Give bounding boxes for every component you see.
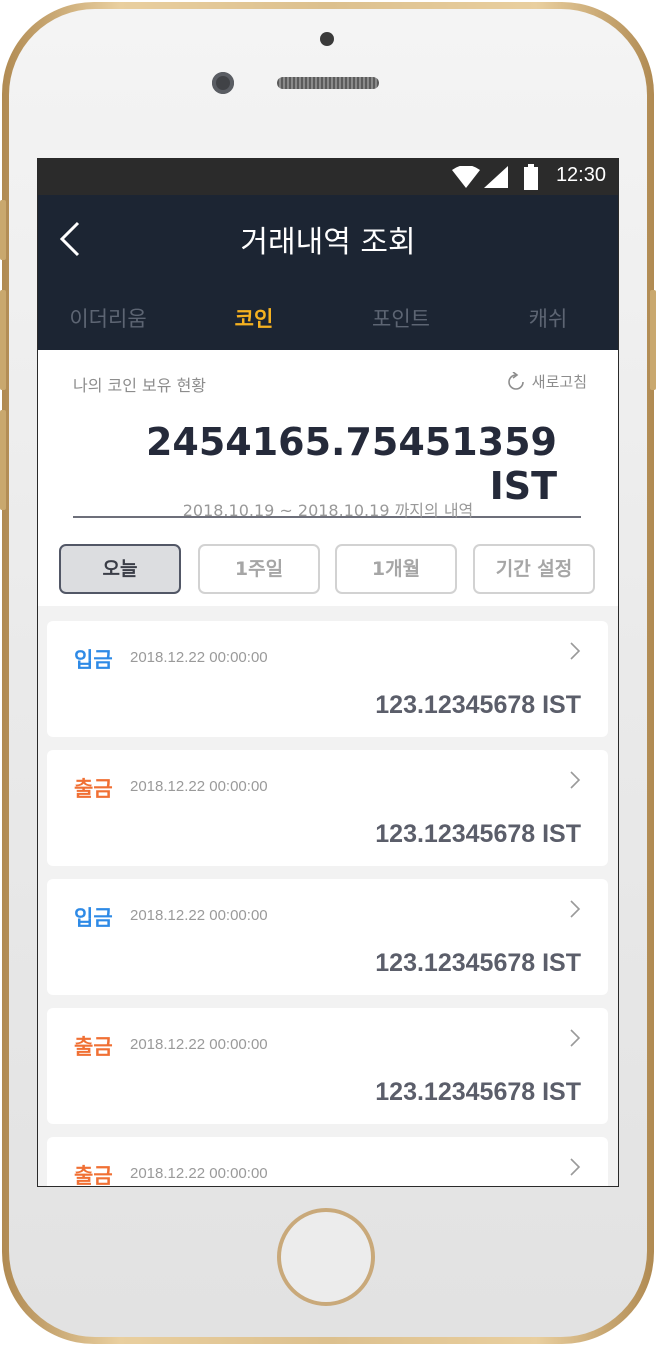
filter-custom-period[interactable]: 기간 설정 xyxy=(473,544,595,594)
summary-panel: 나의 코인 보유 현황 새로고침 2454165.75451359 IST 20… xyxy=(38,350,618,606)
app-screen: 12:30 거래내역 조회 이더리움 코인 포인트 캐쉬 나의 코인 보유 현황… xyxy=(37,158,619,1187)
transaction-type: 출금 xyxy=(74,1164,113,1187)
refresh-label: 새로고침 xyxy=(531,373,587,391)
chevron-right-icon xyxy=(570,642,581,660)
volume-up-button xyxy=(0,290,6,390)
transaction-date: 2018.12.22 00:00:00 xyxy=(130,649,268,666)
tab-ethereum[interactable]: 이더리움 xyxy=(69,303,146,333)
transaction-amount: 123.12345678 IST xyxy=(375,820,581,848)
transaction-date: 2018.12.22 00:00:00 xyxy=(130,907,268,924)
filter-week[interactable]: 1주일 xyxy=(198,544,320,594)
volume-down-button xyxy=(0,410,6,510)
tab-coin[interactable]: 코인 xyxy=(235,303,274,333)
transaction-amount: 123.12345678 IST xyxy=(375,949,581,977)
refresh-icon xyxy=(508,371,524,390)
date-range: 2018.10.19 ~ 2018.10.19 까지의 내역 xyxy=(182,501,474,520)
transaction-date: 2018.12.22 00:00:00 xyxy=(130,778,268,795)
proximity-sensor xyxy=(320,32,334,46)
chevron-right-icon xyxy=(570,771,581,789)
transaction-item[interactable]: 출금 2018.12.22 00:00:00 xyxy=(47,1137,608,1187)
transaction-amount: 123.12345678 IST xyxy=(375,691,581,719)
front-camera xyxy=(212,72,234,94)
holding-label: 나의 코인 보유 현황 xyxy=(73,376,207,395)
balance-value: 2454165.75451359 IST xyxy=(145,420,557,508)
page-title: 거래내역 조회 xyxy=(240,225,416,260)
transaction-date: 2018.12.22 00:00:00 xyxy=(130,1165,268,1182)
battery-icon xyxy=(524,164,538,190)
transaction-item[interactable]: 출금 2018.12.22 00:00:00 123.12345678 IST xyxy=(47,750,608,866)
transaction-date: 2018.12.22 00:00:00 xyxy=(130,1036,268,1053)
status-time: 12:30 xyxy=(555,164,606,186)
refresh-button[interactable]: 새로고침 xyxy=(506,371,587,392)
transaction-amount: 123.12345678 IST xyxy=(375,1078,581,1106)
transaction-item[interactable]: 출금 2018.12.22 00:00:00 123.12345678 IST xyxy=(47,1008,608,1124)
chevron-right-icon xyxy=(570,1029,581,1047)
transaction-item[interactable]: 입금 2018.12.22 00:00:00 123.12345678 IST xyxy=(47,621,608,737)
transaction-type: 입금 xyxy=(74,648,113,672)
filter-today[interactable]: 오늘 xyxy=(59,544,181,594)
earpiece-speaker xyxy=(277,77,379,89)
transaction-type: 출금 xyxy=(74,1035,113,1059)
home-button[interactable] xyxy=(277,1208,375,1306)
period-filters: 오늘 1주일 1개월 기간 설정 xyxy=(59,544,597,594)
chevron-right-icon xyxy=(570,900,581,918)
transaction-type: 출금 xyxy=(74,777,113,801)
transaction-type: 입금 xyxy=(74,906,113,930)
app-header: 거래내역 조회 이더리움 코인 포인트 캐쉬 xyxy=(38,195,618,350)
chevron-right-icon xyxy=(570,1158,581,1176)
mute-switch xyxy=(0,200,6,260)
filter-month[interactable]: 1개월 xyxy=(335,544,457,594)
power-button xyxy=(650,290,656,390)
tab-point[interactable]: 포인트 xyxy=(372,303,430,333)
signal-icon xyxy=(484,166,508,188)
status-bar: 12:30 xyxy=(38,159,618,195)
tab-bar: 이더리움 코인 포인트 캐쉬 xyxy=(38,303,618,343)
tab-cash[interactable]: 캐쉬 xyxy=(529,303,568,333)
wifi-icon xyxy=(452,166,480,188)
transaction-item[interactable]: 입금 2018.12.22 00:00:00 123.12345678 IST xyxy=(47,879,608,995)
